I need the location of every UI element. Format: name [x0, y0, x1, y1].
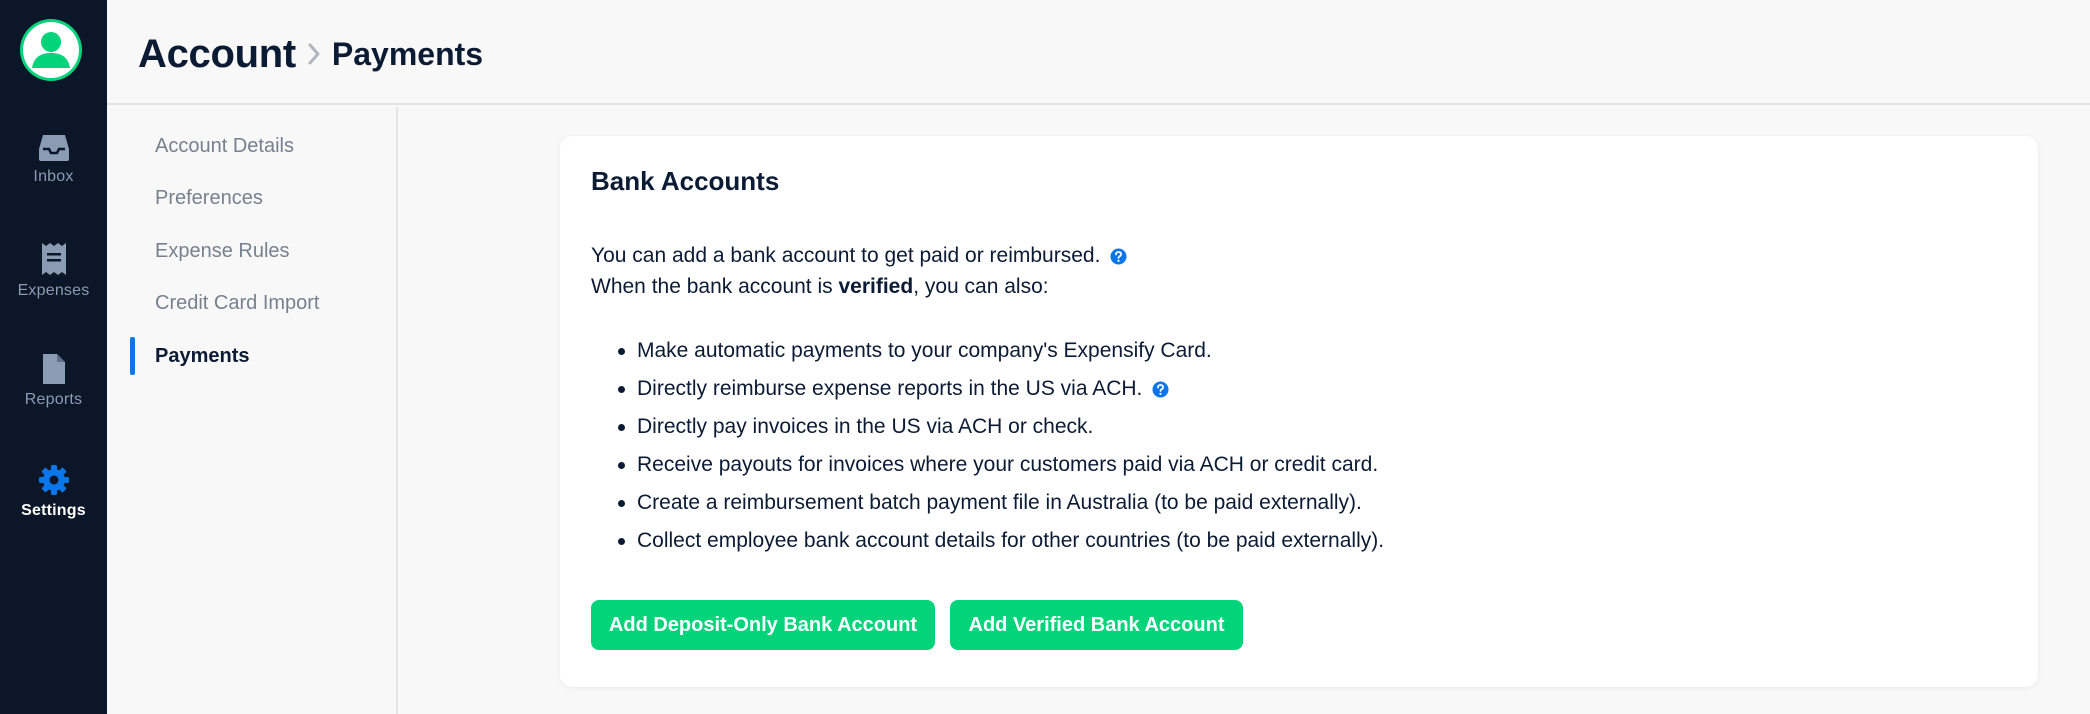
add-deposit-only-bank-account-button[interactable]: Add Deposit-Only Bank Account — [591, 600, 935, 650]
intro-line-2-prefix: When the bank account is — [591, 275, 839, 298]
breadcrumb-root[interactable]: Account — [138, 32, 296, 77]
rail-item-inbox[interactable]: Inbox — [0, 132, 107, 186]
intro-line-1-text: You can add a bank account to get paid o… — [591, 244, 1101, 267]
bank-accounts-card: Bank Accounts You can add a bank account… — [560, 136, 2038, 687]
rail-item-label: Reports — [24, 391, 83, 408]
list-item: Directly reimburse expense reports in th… — [591, 370, 1384, 408]
rail-item-label: Settings — [21, 502, 86, 519]
rail-item-label: Inbox — [33, 168, 74, 185]
inbox-icon — [38, 135, 69, 161]
subnav-item-preferences[interactable]: Preferences — [155, 187, 263, 210]
help-icon[interactable] — [1152, 381, 1169, 398]
intro-line-2-suffix: , you can also: — [913, 275, 1049, 298]
rail-item-settings[interactable]: Settings — [0, 464, 107, 520]
capabilities-list: Make automatic payments to your company'… — [591, 332, 1384, 560]
list-item-text: Create a reimbursement batch payment fil… — [637, 491, 1362, 514]
rail-item-reports[interactable]: Reports — [0, 353, 107, 409]
chevron-right-icon — [308, 43, 320, 65]
subnav-item-credit-card-import[interactable]: Credit Card Import — [155, 292, 320, 315]
list-item: Directly pay invoices in the US via ACH … — [591, 408, 1384, 446]
list-item-text: Receive payouts for invoices where your … — [637, 453, 1379, 476]
user-icon — [23, 22, 79, 78]
document-icon — [42, 354, 65, 384]
rail-item-label: Expenses — [17, 282, 90, 299]
subnav-item-payments[interactable]: Payments — [155, 345, 250, 368]
settings-subnav: Account Details Preferences Expense Rule… — [107, 107, 398, 714]
list-item-text: Make automatic payments to your company'… — [637, 339, 1212, 362]
list-item: Create a reimbursement batch payment fil… — [591, 484, 1384, 522]
page-title: Payments — [331, 35, 484, 72]
active-indicator — [130, 337, 135, 375]
intro-line-1: You can add a bank account to get paid o… — [591, 240, 1127, 271]
list-item: Collect employee bank account details fo… — [591, 522, 1384, 560]
card-title: Bank Accounts — [591, 166, 780, 196]
gear-icon — [38, 465, 69, 495]
page-header: Account Payments — [107, 0, 2090, 105]
help-icon[interactable] — [1110, 248, 1127, 265]
list-item: Make automatic payments to your company'… — [591, 332, 1384, 370]
subnav-item-account-details[interactable]: Account Details — [155, 135, 294, 158]
left-rail: Inbox Expenses Reports Settings — [0, 0, 107, 714]
subnav-item-expense-rules[interactable]: Expense Rules — [155, 240, 290, 263]
rail-item-expenses[interactable]: Expenses — [0, 242, 107, 300]
list-item-text: Directly reimburse expense reports in th… — [637, 377, 1143, 400]
receipt-icon — [41, 243, 66, 275]
list-item: Receive payouts for invoices where your … — [591, 446, 1384, 484]
list-item-text: Directly pay invoices in the US via ACH … — [637, 415, 1094, 438]
breadcrumb: Account Payments — [138, 26, 483, 82]
avatar[interactable] — [20, 19, 82, 81]
intro-line-2: When the bank account is verified, you c… — [591, 271, 1127, 302]
list-item-text: Collect employee bank account details fo… — [637, 529, 1385, 552]
intro-line-2-bold: verified — [838, 275, 914, 298]
intro-text: You can add a bank account to get paid o… — [591, 240, 1127, 302]
add-verified-bank-account-button[interactable]: Add Verified Bank Account — [950, 600, 1243, 650]
